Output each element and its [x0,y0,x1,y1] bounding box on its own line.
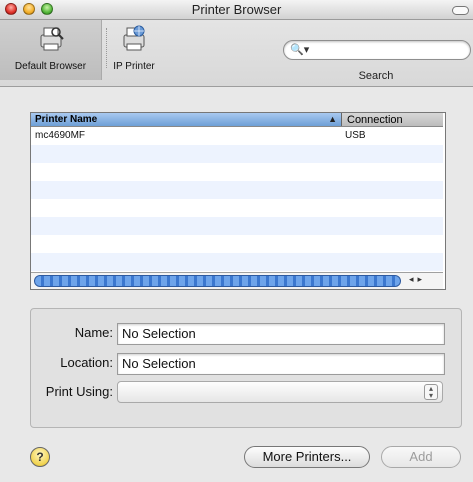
empty-row [31,145,443,163]
name-field[interactable]: No Selection [117,323,445,345]
name-field-value: No Selection [122,326,196,341]
printer-browser-window: Printer Browser Default Browser IP Print… [0,0,473,482]
default-browser-tab[interactable]: Default Browser [0,20,102,80]
empty-row [31,253,443,271]
toolbar: Default Browser IP Printer 🔍▾ Search [0,20,473,87]
table-header: Printer Name ▲ Connection [31,113,443,127]
empty-row [31,199,443,217]
scroll-arrows[interactable]: ◂▸ [409,274,441,287]
location-field-value: No Selection [122,356,196,371]
ip-printer-tab[interactable]: IP Printer [104,24,164,72]
empty-row [31,235,443,253]
empty-row [31,217,443,235]
horizontal-scroll-thumb[interactable] [34,275,401,287]
connection-cell: USB [345,130,366,141]
location-label: Location: [60,355,113,370]
add-button[interactable]: Add [381,446,461,468]
empty-row [31,163,443,181]
search-label: Search [358,70,394,82]
horizontal-scrollbar[interactable]: ◂▸ [31,272,443,289]
more-printers-button[interactable]: More Printers... [244,446,370,468]
ip-printer-icon [123,25,145,51]
column-header-printer-name-label: Printer Name [35,114,98,125]
ip-printer-label: IP Printer [113,61,155,72]
default-printer-icon [40,27,64,51]
chevron-up-down-icon: ▴ ▾ [424,384,438,400]
help-button[interactable]: ? [30,447,50,467]
column-header-connection[interactable]: Connection [343,113,431,126]
column-header-connection-label: Connection [347,114,403,126]
printer-list-table: Printer Name ▲ Connection mc4690MF USB ◂… [30,112,446,290]
sort-ascending-icon: ▲ [328,114,337,124]
empty-row [31,181,443,199]
printer-name-cell: mc4690MF [35,130,86,141]
printer-info-box: Name: No Selection Location: No Selectio… [30,308,462,428]
search-icon: 🔍▾ [290,44,310,56]
search-field[interactable]: 🔍▾ [283,40,471,60]
name-label: Name: [74,325,113,340]
location-field[interactable]: No Selection [117,353,445,375]
table-row[interactable]: mc4690MF USB [31,127,443,145]
column-header-printer-name[interactable]: Printer Name ▲ [31,113,342,126]
title-bar: Printer Browser [0,0,473,20]
default-browser-label: Default Browser [14,61,87,72]
toolbar-toggle-button[interactable] [452,6,469,15]
window-title: Printer Browser [191,2,282,17]
print-using-select[interactable]: ▴ ▾ [117,381,443,403]
print-using-label: Print Using: [45,384,113,399]
table-body: mc4690MF USB [31,127,443,272]
